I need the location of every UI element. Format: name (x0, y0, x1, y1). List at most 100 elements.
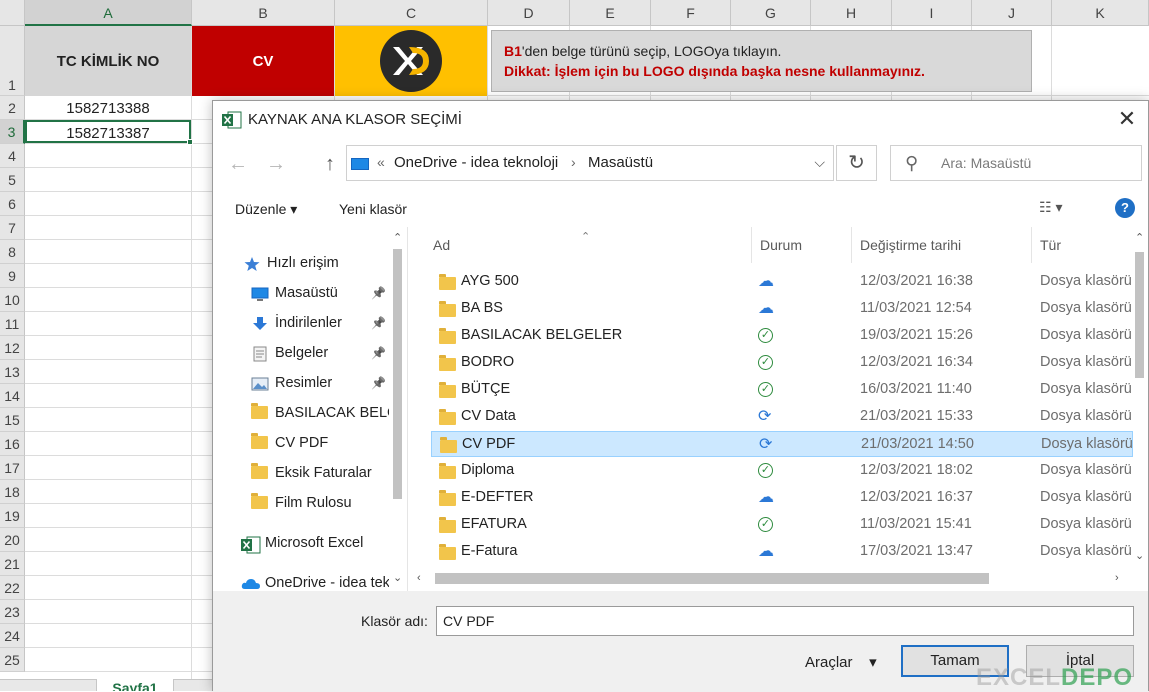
row-header-9[interactable]: 9 (0, 264, 25, 288)
chevron-down-icon[interactable]: ⌵ (814, 154, 825, 171)
forward-arrow-icon[interactable]: → (263, 151, 289, 177)
file-vertical-scrollbar[interactable]: ⌃ ⌄ (1131, 227, 1148, 567)
cell-a3[interactable]: 1582713387 (25, 120, 193, 145)
file-row[interactable]: BÜTÇE ✓ 16/03/2021 11:40 Dosya klasörü (431, 377, 1133, 403)
row-header-5[interactable]: 5 (0, 168, 25, 192)
column-header-e[interactable]: E (570, 0, 651, 26)
file-row[interactable]: Diploma ✓ 12/03/2021 18:02 Dosya klasörü (431, 458, 1133, 484)
nav-item-4[interactable]: Resimler 📌 (251, 371, 389, 399)
new-folder-button[interactable]: Yeni klasör (339, 201, 407, 217)
nav-item-2[interactable]: İndirilenler 📌 (251, 311, 389, 339)
nav-item-0[interactable]: Hızlı erişim (243, 251, 389, 279)
column-header-i[interactable]: I (892, 0, 972, 26)
cell-c1[interactable] (335, 26, 487, 96)
address-bar[interactable]: « OneDrive - idea teknoloji › Masaüstü ⌵ (346, 145, 834, 181)
row-header-24[interactable]: 24 (0, 624, 25, 648)
breadcrumb-masaustu[interactable]: Masaüstü (588, 154, 653, 171)
row-header-21[interactable]: 21 (0, 552, 25, 576)
row-header-18[interactable]: 18 (0, 480, 25, 504)
dialog-title-bar[interactable]: KAYNAK ANA KLASOR SEÇİMİ ✕ (213, 101, 1148, 139)
refresh-button[interactable]: ↻ (836, 145, 877, 181)
column-type[interactable]: Tür (1032, 227, 1131, 263)
scroll-right-icon[interactable]: › (1115, 572, 1119, 584)
row-header-2[interactable]: 2 (0, 96, 25, 120)
file-horizontal-scrollbar[interactable]: ‹ › (409, 567, 1131, 591)
nav-item-5[interactable]: BASILACAK BELGELER (251, 401, 389, 429)
row-header-8[interactable]: 8 (0, 240, 25, 264)
nav-item-1[interactable]: Masaüstü 📌 (251, 281, 389, 309)
scroll-down-icon[interactable]: ⌄ (1135, 549, 1144, 562)
column-status[interactable]: Durum (752, 227, 852, 263)
row-header-16[interactable]: 16 (0, 432, 25, 456)
pin-icon[interactable]: 📌 (371, 316, 386, 330)
organize-button[interactable]: Düzenle ▾ (235, 201, 297, 218)
breadcrumb-onedrive[interactable]: OneDrive - idea teknoloji (394, 154, 558, 171)
row-header-19[interactable]: 19 (0, 504, 25, 528)
column-header-c[interactable]: C (335, 0, 488, 26)
row-header-10[interactable]: 10 (0, 288, 25, 312)
column-header-d[interactable]: D (488, 0, 570, 26)
up-arrow-icon[interactable]: ↑ (317, 151, 343, 177)
search-input[interactable]: ⚲ Ara: Masaüstü (890, 145, 1142, 181)
file-row[interactable]: BODRO ✓ 12/03/2021 16:34 Dosya klasörü (431, 350, 1133, 376)
row-header-22[interactable]: 22 (0, 576, 25, 600)
file-row[interactable]: AYG 500 ☁ 12/03/2021 16:38 Dosya klasörü (431, 269, 1133, 295)
row-header-13[interactable]: 13 (0, 360, 25, 384)
file-row[interactable]: BA BS ☁ 11/03/2021 12:54 Dosya klasörü (431, 296, 1133, 322)
row-header-25[interactable]: 25 (0, 648, 25, 672)
column-modified[interactable]: Değiştirme tarihi (852, 227, 1032, 263)
close-button[interactable]: ✕ (1114, 107, 1140, 133)
row-header-23[interactable]: 23 (0, 600, 25, 624)
nav-item-7[interactable]: Eksik Faturalar (251, 461, 389, 489)
nav-scrollbar[interactable]: ⌃ ⌄ (389, 227, 407, 591)
cell-a1[interactable]: TC KİMLİK NO (25, 26, 191, 96)
file-row[interactable]: E-DEFTER ☁ 12/03/2021 16:37 Dosya klasörü (431, 485, 1133, 511)
row-header-4[interactable]: 4 (0, 144, 25, 168)
row-header-6[interactable]: 6 (0, 192, 25, 216)
tools-menu[interactable]: Araçlar ▾ (805, 653, 877, 671)
select-all-corner[interactable] (0, 0, 25, 26)
scroll-down-icon[interactable]: ⌄ (393, 571, 402, 584)
column-name[interactable]: ⌃ Ad (409, 227, 752, 263)
column-header-b[interactable]: B (192, 0, 335, 26)
pin-icon[interactable]: 📌 (371, 376, 386, 390)
chevron-right-icon[interactable]: › (571, 154, 576, 170)
column-header-f[interactable]: F (651, 0, 731, 26)
row-header-11[interactable]: 11 (0, 312, 25, 336)
column-header-a[interactable]: A (25, 0, 192, 26)
row-header-17[interactable]: 17 (0, 456, 25, 480)
row-header-20[interactable]: 20 (0, 528, 25, 552)
scroll-left-icon[interactable]: ‹ (417, 572, 421, 584)
back-arrow-icon[interactable]: ← (225, 151, 251, 177)
nav-scroll-thumb[interactable] (393, 249, 402, 499)
nav-item-9[interactable]: Microsoft Excel (241, 531, 389, 559)
file-row[interactable]: BASILACAK BELGELER ✓ 19/03/2021 15:26 Dosya… (431, 323, 1133, 349)
column-header-h[interactable]: H (811, 0, 892, 26)
cell-b1[interactable]: CV (192, 26, 334, 96)
nav-item-8[interactable]: Film Rulosu (251, 491, 389, 519)
pin-icon[interactable]: 📌 (371, 286, 386, 300)
horizontal-scroll-thumb[interactable] (435, 573, 989, 584)
view-options-icon[interactable]: ☷ ▾ (1039, 199, 1062, 216)
file-row[interactable]: CV PDF ⟳ 21/03/2021 14:50 Dosya klasörü (431, 431, 1133, 457)
vertical-scroll-thumb[interactable] (1135, 252, 1144, 378)
sheet-tab-sayfa1[interactable]: Sayfa1 (96, 679, 174, 691)
column-header-g[interactable]: G (731, 0, 811, 26)
row-header-12[interactable]: 12 (0, 336, 25, 360)
row-header-7[interactable]: 7 (0, 216, 25, 240)
row-header-1[interactable]: 1 (0, 26, 25, 96)
row-header-14[interactable]: 14 (0, 384, 25, 408)
pin-icon[interactable]: 📌 (371, 346, 386, 360)
folder-name-field[interactable] (436, 606, 1134, 636)
xd-logo-icon[interactable] (380, 30, 442, 92)
help-icon[interactable]: ? (1115, 198, 1135, 218)
nav-item-6[interactable]: CV PDF (251, 431, 389, 459)
file-row[interactable]: EFATURA ✓ 11/03/2021 15:41 Dosya klasörü (431, 512, 1133, 538)
nav-item-3[interactable]: Belgeler 📌 (251, 341, 389, 369)
file-row[interactable]: CV Data ⟳ 21/03/2021 15:33 Dosya klasörü (431, 404, 1133, 430)
scroll-up-icon[interactable]: ⌃ (1135, 231, 1144, 244)
scroll-up-icon[interactable]: ⌃ (393, 231, 402, 244)
fill-handle[interactable] (187, 139, 193, 145)
row-header-3[interactable]: 3 (0, 120, 25, 144)
column-header-k[interactable]: K (1052, 0, 1149, 26)
